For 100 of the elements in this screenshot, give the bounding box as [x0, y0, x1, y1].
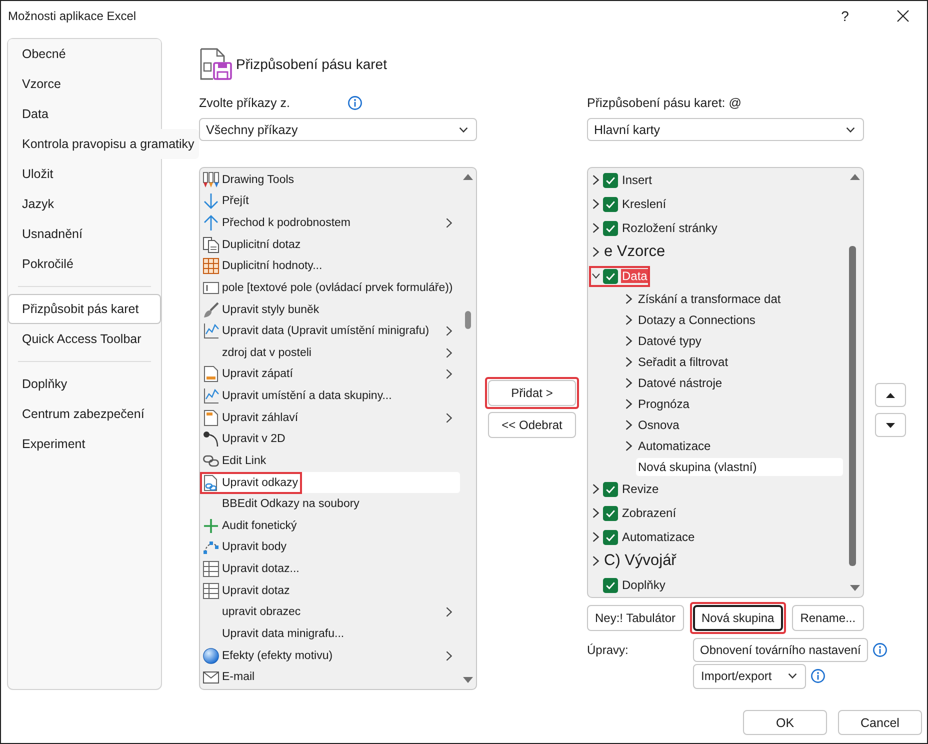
chevron-down-icon	[846, 126, 855, 132]
command-item[interactable]: E-mail	[201, 666, 460, 688]
chevron-right-icon[interactable]	[592, 223, 600, 233]
ribbon-dropdown[interactable]: Hlavní karty	[587, 118, 864, 141]
command-item[interactable]: Duplicitní dotaz	[201, 234, 460, 256]
command-item[interactable]: Edit Link	[201, 450, 460, 472]
info-icon[interactable]	[348, 96, 362, 110]
chevron-right-icon[interactable]	[625, 420, 633, 430]
field-label: Zvolte příkazy z.	[199, 96, 290, 110]
command-item[interactable]: Upravit data minigrafu...	[201, 623, 460, 645]
info-icon[interactable]	[811, 669, 825, 683]
chevron-down-icon[interactable]	[592, 271, 600, 281]
ribbon-group-item[interactable]: Datové nástroje	[591, 372, 847, 393]
ribbon-group-item[interactable]: Datové typy	[591, 330, 847, 351]
ribbon-tab-item[interactable]: Kreslení	[591, 192, 847, 216]
ribbon-group-item[interactable]: Získání a transformace dat	[591, 288, 847, 309]
scrollbar-thumb[interactable]	[848, 246, 856, 566]
command-item[interactable]: Přechod k podrobnostem	[201, 212, 460, 234]
command-item[interactable]: Upravit odkazy	[201, 472, 460, 494]
scrollbar-thumb[interactable]	[465, 311, 471, 329]
command-item[interactable]: Upravit dotaz...	[201, 558, 460, 580]
chevron-right-icon[interactable]	[592, 532, 600, 542]
chevron-right-icon[interactable]	[625, 336, 633, 346]
command-item[interactable]: Upravit body	[201, 536, 460, 558]
envelope-icon	[203, 669, 219, 686]
chevron-right-icon[interactable]	[592, 175, 600, 185]
close-icon[interactable]	[897, 10, 909, 22]
checkbox[interactable]	[603, 530, 618, 544]
move-down-button[interactable]	[875, 413, 906, 437]
ok-button[interactable]: OK	[743, 710, 827, 735]
help-button[interactable]: ?	[834, 4, 856, 26]
checkbox[interactable]	[603, 268, 618, 284]
link-icon	[203, 452, 219, 469]
ribbon-tab-item[interactable]: Insert	[591, 168, 847, 192]
ribbon-tab-item[interactable]: e Vzorce	[591, 240, 847, 264]
move-up-button[interactable]	[875, 383, 906, 407]
command-item[interactable]: Upravit data (Upravit umístění minigrafu)	[201, 320, 460, 342]
scroll-down-icon[interactable]	[463, 677, 473, 683]
chevron-right-icon[interactable]	[592, 484, 600, 494]
ribbon-group-item[interactable]: Prognóza	[591, 393, 847, 414]
window-title: Možnosti aplikace Excel	[8, 8, 136, 22]
chevron-right-icon[interactable]	[625, 314, 633, 324]
ribbon-tab-item[interactable]: Zobrazení	[591, 501, 847, 525]
ribbon-button[interactable]: Nová skupina	[692, 604, 784, 630]
chevron-right-icon[interactable]	[592, 556, 600, 566]
add-button[interactable]: Přidat >	[488, 380, 576, 406]
chevron-right-icon[interactable]	[592, 508, 600, 518]
reset-button[interactable]: Obnovení továrního nastavení	[693, 638, 868, 662]
ribbon-tab-item[interactable]: Data	[591, 264, 847, 288]
command-item[interactable]: Efekty (efekty motivu)	[201, 644, 460, 666]
scroll-up-icon[interactable]	[463, 174, 473, 180]
command-item[interactable]: Upravit v 2D	[201, 428, 460, 450]
command-item[interactable]: Upravit zápatí	[201, 364, 460, 386]
table-icon	[203, 561, 219, 578]
ribbon-group-item[interactable]: Osnova	[591, 414, 847, 435]
command-item[interactable]: BBEdit Odkazy na soubory	[201, 493, 460, 515]
command-item[interactable]: Upravit umístění a data skupiny...	[201, 385, 460, 407]
chevron-right-icon[interactable]	[592, 247, 600, 257]
command-item[interactable]: zdroj dat v posteli	[201, 342, 460, 364]
chevron-right-icon[interactable]	[625, 356, 633, 366]
scroll-down-icon[interactable]	[850, 585, 860, 591]
chevron-right-icon[interactable]	[625, 294, 633, 304]
ribbon-tab-item[interactable]: Rozložení stránky	[591, 216, 847, 240]
line-chart-icon	[203, 323, 219, 340]
ribbon-tab-item[interactable]: Automatizace	[591, 525, 847, 549]
chevron-right-icon[interactable]	[592, 199, 600, 209]
chevron-right-icon[interactable]	[625, 398, 633, 408]
import-export-button[interactable]: Import/export	[693, 664, 806, 688]
command-item[interactable]: Upravit dotaz	[201, 580, 460, 602]
ribbon-group-item[interactable]: Dotazy a Connections	[591, 309, 847, 330]
cancel-button[interactable]: Cancel	[838, 710, 922, 735]
ribbon-tab-item[interactable]: Doplňky	[591, 573, 847, 597]
checkbox[interactable]	[603, 482, 618, 496]
ribbon-button[interactable]: Ney:! Tabulátor	[587, 604, 684, 630]
command-item[interactable]: pole [textové pole (ovládací prvek formuláře))	[201, 277, 460, 299]
sidebar-item[interactable]: Přizpůsobit pás karet	[8, 294, 161, 324]
command-item[interactable]: Audit fonetický	[201, 515, 460, 537]
ribbon-tab-item[interactable]: C) Vývojář	[591, 549, 847, 573]
command-item[interactable]: Upravit záhlaví	[201, 406, 460, 428]
command-item[interactable]: Upravit styly buněk	[201, 298, 460, 320]
chevron-right-icon[interactable]	[625, 440, 633, 450]
checkbox[interactable]	[603, 172, 618, 188]
ribbon-group-item[interactable]: Automatizace	[591, 435, 847, 456]
ribbon-button[interactable]: Rename...	[792, 604, 864, 630]
commands-dropdown[interactable]: Všechny příkazy	[199, 118, 477, 141]
checkbox[interactable]	[603, 506, 618, 520]
checkbox[interactable]	[603, 578, 618, 592]
ribbon-group-item[interactable]: Seřadit a filtrovat	[591, 351, 847, 372]
command-item[interactable]: Přejít	[201, 190, 460, 212]
checkbox[interactable]	[603, 220, 618, 236]
command-item[interactable]: upravit obrazec	[201, 602, 460, 624]
chevron-right-icon[interactable]	[625, 378, 633, 388]
ribbon-tab-item[interactable]: Revize	[591, 477, 847, 501]
command-item[interactable]: Duplicitní hodnoty...	[201, 256, 460, 278]
scroll-up-icon[interactable]	[850, 174, 860, 180]
info-icon[interactable]	[872, 642, 887, 656]
remove-button[interactable]: << Odebrat	[488, 412, 576, 438]
command-item[interactable]: Drawing Tools	[201, 169, 460, 191]
field-label: Přizpůsobení pásu karet: @	[587, 96, 742, 110]
checkbox[interactable]	[603, 196, 618, 212]
